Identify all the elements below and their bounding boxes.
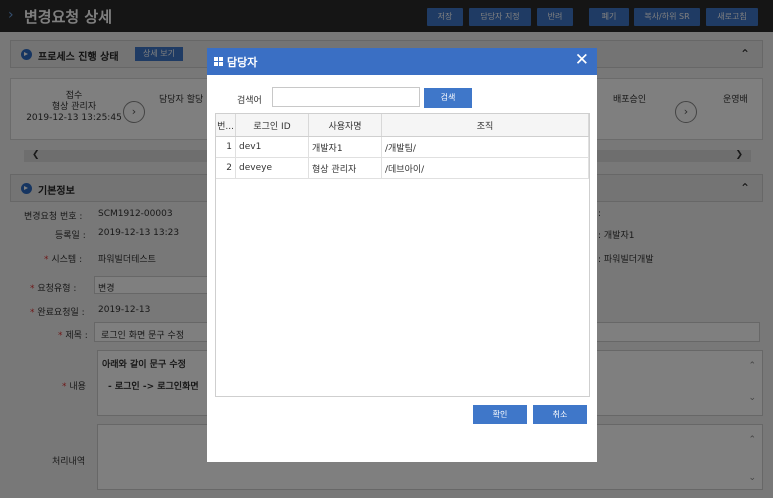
col-user-name[interactable]: 사용자명 bbox=[308, 114, 382, 137]
search-input[interactable] bbox=[272, 87, 420, 107]
table-row[interactable]: 1 dev1 개발자1 /개발팀/ bbox=[216, 136, 589, 158]
grid-icon bbox=[214, 57, 223, 66]
col-no[interactable]: 번... bbox=[216, 114, 236, 137]
row-login-id: dev1 bbox=[235, 136, 309, 158]
cancel-button[interactable]: 취소 bbox=[533, 405, 587, 424]
user-grid: 번... 로그인 ID 사용자명 조직 1 dev1 개발자1 /개발팀/ 2 … bbox=[215, 113, 590, 397]
close-icon[interactable]: ✕ bbox=[575, 50, 589, 70]
row-user-name: 형상 관리자 bbox=[308, 157, 382, 179]
row-user-name: 개발자1 bbox=[308, 136, 382, 158]
row-no: 2 bbox=[216, 157, 236, 179]
row-login-id: deveye bbox=[235, 157, 309, 179]
row-org: /데브아이/ bbox=[381, 157, 589, 179]
row-org: /개발팀/ bbox=[381, 136, 589, 158]
search-label: 검색어 bbox=[237, 96, 262, 106]
col-org[interactable]: 조직 bbox=[381, 114, 589, 137]
dialog-header: 담당자 ✕ bbox=[207, 48, 597, 75]
col-login-id[interactable]: 로그인 ID bbox=[235, 114, 309, 137]
grid-header-row: 번... 로그인 ID 사용자명 조직 bbox=[216, 114, 589, 137]
assignee-dialog: 담당자 ✕ 검색어 검색 번... 로그인 ID 사용자명 조직 1 dev1 … bbox=[207, 48, 597, 462]
search-button[interactable]: 검색 bbox=[424, 88, 472, 108]
dialog-title: 담당자 bbox=[227, 56, 258, 69]
table-row[interactable]: 2 deveye 형상 관리자 /데브아이/ bbox=[216, 157, 589, 179]
row-no: 1 bbox=[216, 136, 236, 158]
ok-button[interactable]: 확인 bbox=[473, 405, 527, 424]
